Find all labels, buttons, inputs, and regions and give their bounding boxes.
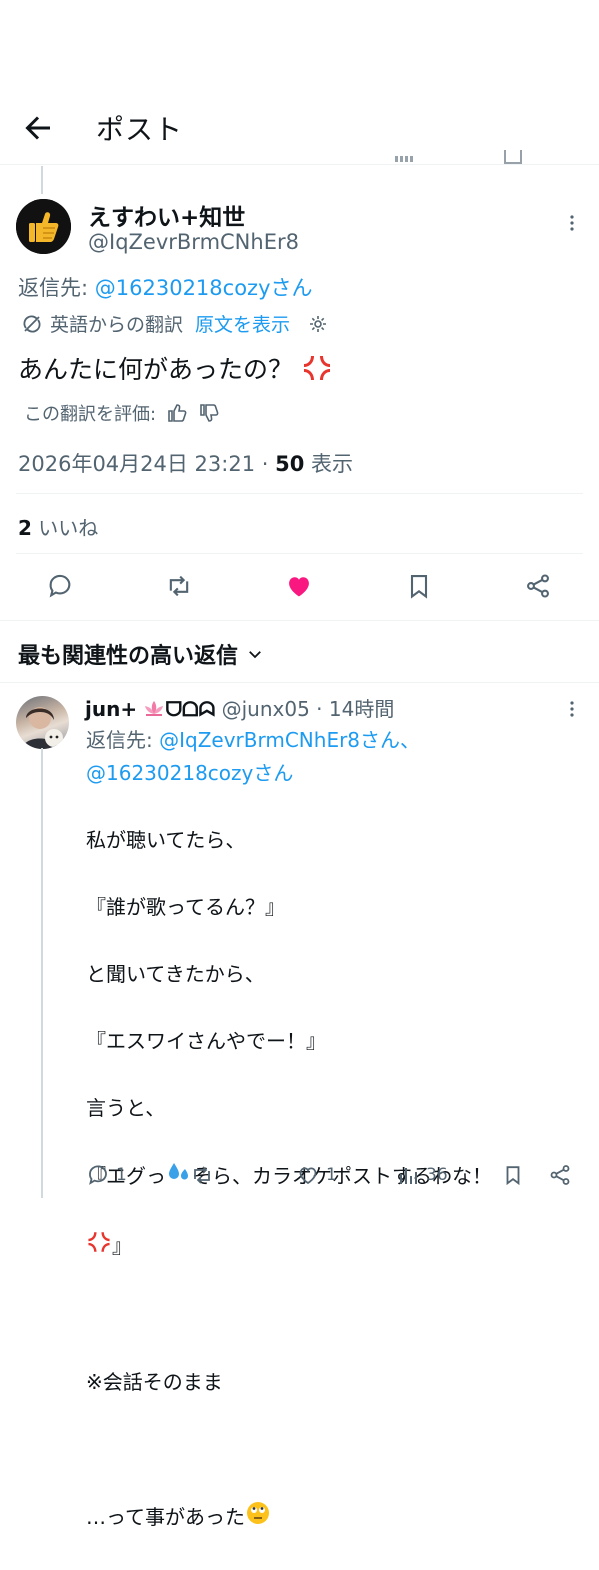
avatar[interactable] (16, 199, 71, 254)
likes-label: いいね (31, 516, 99, 540)
more-options-icon[interactable] (562, 213, 582, 233)
author-name[interactable]: えすわい+知世 (88, 198, 245, 232)
reply-line-mixed: …って事があった (86, 1500, 492, 1537)
heart-icon (296, 1163, 320, 1187)
bookmark-icon (502, 1164, 524, 1186)
reply-count: 1 (116, 1165, 127, 1185)
stats-divider-bottom (16, 553, 583, 554)
repost-icon[interactable] (165, 572, 193, 600)
reply-line: 『エスワイさんやでー！』 (86, 1028, 326, 1053)
translated-from-label: 英語からの翻訳 (50, 314, 184, 336)
timestamp-text[interactable]: 2026年04月24日 23:21 · (18, 452, 275, 476)
reply-line (86, 1433, 492, 1467)
thumbs-up-icon[interactable] (166, 402, 188, 424)
reply-prefix: 返信先: (18, 276, 95, 300)
reply-thread-line (41, 748, 43, 1198)
rate-translation-label: この翻訳を評価: (24, 404, 157, 425)
chevron-down-icon (246, 645, 264, 663)
reply-time: · 14時間 (309, 697, 395, 721)
reply-author-handle[interactable]: @junx05 (222, 697, 310, 721)
stats-divider-top (16, 493, 583, 494)
reply-view-count: 36 (426, 1165, 448, 1185)
reply-replying-to: 返信先: @IqZevrBrmCNhEr8さん、 @16230218cozyさん (86, 724, 420, 790)
reply-mention-1[interactable]: @IqZevrBrmCNhEr8さん、 (159, 728, 420, 752)
reply-icon[interactable] (46, 572, 74, 600)
reply-line-mixed: 』 (86, 1229, 492, 1266)
reply-line: 言うと、 (86, 1095, 166, 1120)
back-arrow-icon[interactable] (20, 110, 56, 146)
reply-sort-dropdown[interactable]: 最も関連性の高い返信 (18, 638, 264, 670)
reply-header: jun+ ᗜᗝᗣ @junx05 · 14時間 (85, 693, 394, 723)
repost-icon (190, 1163, 214, 1187)
reply-more-options-icon[interactable] (562, 699, 582, 719)
tweet-text: あんたに何があったの？ (18, 350, 333, 390)
reply-name-suffix: ᗜᗝᗣ (165, 697, 216, 721)
header-divider (0, 164, 599, 165)
author-handle[interactable]: @IqZevrBrmCNhEr8 (88, 230, 299, 254)
top-bar (0, 0, 599, 165)
views-label: 表示 (304, 452, 354, 476)
share-icon[interactable] (524, 572, 552, 600)
likes-summary[interactable]: 2 いいね (18, 512, 98, 541)
like-heart-icon[interactable] (285, 572, 313, 600)
reply-like-button[interactable]: 1 (296, 1160, 337, 1190)
tweet-timestamp: 2026年04月24日 23:21 · 50 表示 (18, 448, 353, 478)
reply-avatar[interactable] (16, 696, 69, 749)
reply-reply-button[interactable]: 1 (86, 1160, 127, 1190)
reply-author-name[interactable]: jun+ (85, 697, 137, 721)
actions-divider (0, 620, 599, 621)
reply-to-line: 返信先: @16230218cozyさん (18, 272, 313, 302)
translate-icon (20, 312, 44, 336)
reply-like-count: 1 (326, 1165, 337, 1185)
likes-count: 2 (18, 516, 32, 540)
anger-symbol-icon (86, 1229, 112, 1266)
reply-views-button[interactable]: 36 (398, 1160, 448, 1190)
reply-repost-button[interactable] (190, 1160, 214, 1190)
sort-divider (0, 682, 599, 683)
bookmark-icon[interactable] (405, 572, 433, 600)
page-title: ポスト (96, 113, 184, 146)
thread-connector (41, 166, 43, 194)
reply-line: ※会話そのまま (86, 1369, 223, 1394)
sweat-droplets-icon (166, 1159, 192, 1196)
reply-mention-2[interactable]: @16230218cozyさん (86, 757, 420, 790)
anger-symbol-icon (301, 352, 333, 390)
reply-line (86, 1299, 492, 1333)
previous-tweet-bookmark-icon (504, 150, 522, 164)
views-count: 50 (275, 452, 305, 476)
reply-line: 私が聴いてたら、 (86, 827, 246, 852)
reply-line: と聞いてきたから、 (86, 961, 265, 986)
rate-translation-row: この翻訳を評価: (24, 400, 220, 426)
reply-icon (86, 1163, 110, 1187)
reply-sort-label: 最も関連性の高い返信 (18, 644, 239, 669)
reply-line-part: …って事があった (86, 1504, 245, 1529)
translation-row: 英語からの翻訳 原文を表示 (20, 310, 328, 337)
reply-line: 『誰が歌ってるん？』 (86, 894, 285, 919)
reply-prefix-2: 返信先: (86, 728, 160, 752)
reply-bookmark-button[interactable] (502, 1160, 524, 1190)
settings-gear-icon[interactable] (308, 314, 328, 334)
reply-to-mention[interactable]: @16230218cozyさん (95, 276, 313, 300)
reply-line-part: 』 (112, 1233, 132, 1258)
previous-tweet-views-icon (395, 156, 415, 162)
face-with-rolling-eyes-icon (245, 1500, 271, 1537)
show-original-link[interactable]: 原文を表示 (195, 310, 290, 337)
tweet-body: あんたに何があったの？ (18, 355, 294, 384)
share-icon (548, 1163, 572, 1187)
thumbs-down-icon[interactable] (198, 402, 220, 424)
reply-share-button[interactable] (548, 1160, 572, 1190)
views-chart-icon (398, 1164, 420, 1186)
lotus-icon (143, 699, 165, 723)
